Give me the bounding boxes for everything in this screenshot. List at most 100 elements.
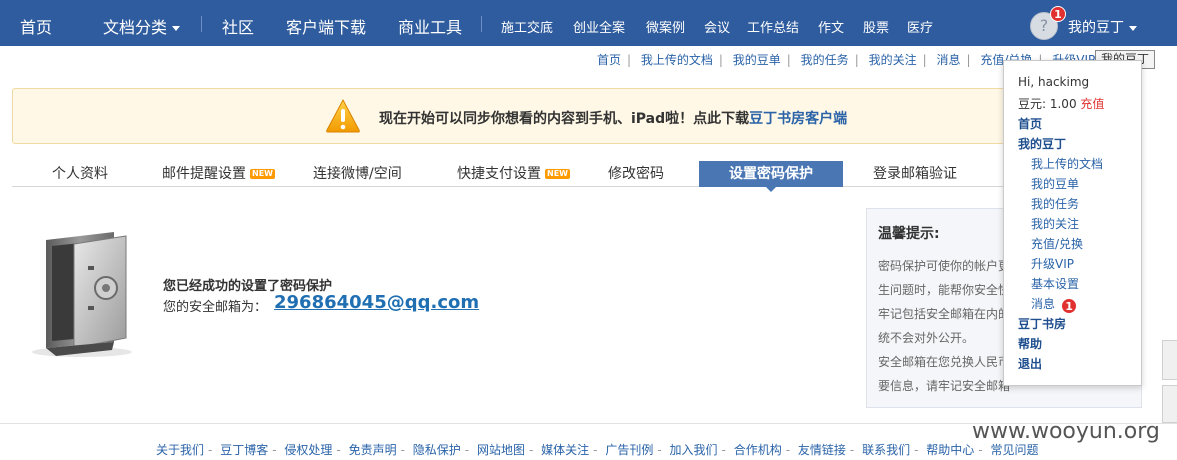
footer-link[interactable]: 加入我们 xyxy=(670,443,718,457)
nav-client-download[interactable]: 客户端下载 xyxy=(286,14,366,38)
menu-item-help[interactable]: 帮助 xyxy=(1018,335,1042,352)
footer-link[interactable]: 网站地图 xyxy=(477,443,525,457)
sublink-my-follows[interactable]: 我的关注 xyxy=(869,53,917,67)
footer-link[interactable]: 隐私保护 xyxy=(413,443,461,457)
footer-link[interactable]: 友情链接 xyxy=(798,443,846,457)
tab-email-verify[interactable]: 登录邮箱验证 xyxy=(873,161,957,187)
tab-profile[interactable]: 个人资料 xyxy=(52,161,108,187)
nav-medical[interactable]: 医疗 xyxy=(907,17,933,36)
notice-text: 现在开始可以同步你想看的内容到手机、iPad啦！点此下载豆丁书房客户端 xyxy=(379,108,847,128)
nav-startup[interactable]: 创业全案 xyxy=(573,17,625,36)
footer-divider-dash: - xyxy=(849,443,855,457)
menu-item-my-follows[interactable]: 我的关注 xyxy=(1031,215,1079,232)
tab-quick-pay[interactable]: 快捷支付设置 NEW xyxy=(457,161,570,187)
menu-item-home[interactable]: 首页 xyxy=(1018,115,1042,132)
tab-label: 邮件提醒设置 xyxy=(162,166,246,182)
sublink-my-uploads[interactable]: 我上传的文档 xyxy=(641,53,713,67)
nav-stock[interactable]: 股票 xyxy=(863,17,889,36)
menu-item-my-douding[interactable]: 我的豆丁 xyxy=(1018,135,1066,152)
sublink-divider: | xyxy=(627,53,632,67)
footer-divider-dash: - xyxy=(657,443,662,457)
tips-line: 牢记包括安全邮箱在内的 xyxy=(878,307,1010,321)
page: 首页 文档分类 社区 客户端下载 商业工具 施工交底 创业全案 微案例 会议 工… xyxy=(0,0,1177,460)
side-float-widget[interactable] xyxy=(1162,340,1177,380)
sublink-home[interactable]: 首页 xyxy=(597,53,621,67)
menu-item-messages[interactable]: 消息 1 xyxy=(1031,295,1078,314)
tips-title: 温馨提示: xyxy=(878,226,940,242)
footer-divider-dash: - xyxy=(914,443,919,457)
tips-line: 安全邮箱在您兑换人民币 xyxy=(878,355,1010,369)
menu-item-my-uploads[interactable]: 我上传的文档 xyxy=(1031,155,1103,172)
top-nav: 首页 文档分类 社区 客户端下载 商业工具 施工交底 创业全案 微案例 会议 工… xyxy=(0,0,1177,46)
footer-divider-dash: - xyxy=(208,443,213,457)
user-dropdown-menu: Hi, hackimg 豆元: 1.00 充值 首页 我的豆丁 我上传的文档 我… xyxy=(1003,60,1142,386)
new-badge: NEW xyxy=(250,169,275,179)
nav-construction[interactable]: 施工交底 xyxy=(501,17,553,36)
nav-meeting[interactable]: 会议 xyxy=(704,17,730,36)
footer-links: 关于我们 - 豆丁博客 - 侵权处理 - 免责声明 - 隐私保护 - 网站地图 - 媒体关注… xyxy=(156,441,1038,458)
nav-divider xyxy=(201,16,202,32)
menu-item-basic-settings[interactable]: 基本设置 xyxy=(1031,275,1079,292)
footer-link[interactable]: 豆丁博客 xyxy=(220,443,268,457)
footer-link[interactable]: 免责声明 xyxy=(349,443,397,457)
footer-link[interactable]: 常见问题 xyxy=(990,443,1038,457)
sublink-divider: | xyxy=(966,53,971,67)
tab-label: 修改密码 xyxy=(608,166,664,182)
footer-link[interactable]: 联系我们 xyxy=(862,443,910,457)
nav-doc-category[interactable]: 文档分类 xyxy=(103,14,181,38)
footer-link[interactable]: 帮助中心 xyxy=(926,443,974,457)
side-float-widget[interactable] xyxy=(1162,385,1177,423)
recharge-link[interactable]: 充值 xyxy=(1080,97,1104,111)
footer-divider-dash: - xyxy=(464,443,470,457)
footer-divider-dash: - xyxy=(336,443,341,457)
user-name-label: 我的豆丁 xyxy=(1068,20,1124,36)
menu-item-my-doc-lists[interactable]: 我的豆单 xyxy=(1031,175,1079,192)
tab-password-protection[interactable]: 设置密码保护 xyxy=(699,161,843,192)
tab-label: 个人资料 xyxy=(52,166,108,182)
footer-divider-dash: - xyxy=(528,443,534,457)
notification-badge: 1 xyxy=(1050,6,1066,22)
sublink-divider: | xyxy=(922,53,927,67)
nav-essay[interactable]: 作文 xyxy=(818,17,844,36)
footer-link[interactable]: 媒体关注 xyxy=(541,443,589,457)
footer-link[interactable]: 关于我们 xyxy=(156,443,204,457)
tips-line: 统不会对外公开。 xyxy=(878,331,975,345)
tab-label: 设置密码保护 xyxy=(729,166,813,182)
nav-community[interactable]: 社区 xyxy=(222,14,254,38)
sublink-divider: | xyxy=(786,53,791,67)
sublink-my-doc-lists[interactable]: 我的豆单 xyxy=(733,53,781,67)
nav-home[interactable]: 首页 xyxy=(20,14,52,38)
tab-change-password[interactable]: 修改密码 xyxy=(608,161,664,187)
client-download-link[interactable]: 豆丁书房客户端 xyxy=(749,111,847,127)
menu-item-recharge[interactable]: 充值/兑换 xyxy=(1031,235,1083,252)
nav-work-summary[interactable]: 工作总结 xyxy=(747,17,799,36)
tab-email-reminder[interactable]: 邮件提醒设置 NEW xyxy=(162,161,275,187)
footer-link[interactable]: 侵权处理 xyxy=(284,443,332,457)
new-badge: NEW xyxy=(545,169,570,179)
nav-micro-case[interactable]: 微案例 xyxy=(646,17,685,36)
menu-item-logout[interactable]: 退出 xyxy=(1018,355,1042,372)
message-count-badge: 1 xyxy=(1061,298,1078,314)
menu-balance: 豆元: 1.00 充值 xyxy=(1018,95,1104,112)
footer-divider-dash: - xyxy=(400,443,405,457)
security-email-link[interactable]: 296864045@qq.com xyxy=(274,292,479,313)
user-menu-trigger[interactable]: ? 1 我的豆丁 xyxy=(1030,6,1150,40)
user-name[interactable]: 我的豆丁 xyxy=(1068,17,1137,37)
tab-label: 快捷支付设置 xyxy=(457,166,541,182)
sublink-my-tasks[interactable]: 我的任务 xyxy=(801,53,849,67)
nav-business-tools[interactable]: 商业工具 xyxy=(398,14,462,38)
tab-connect-weibo[interactable]: 连接微博/空间 xyxy=(313,161,402,187)
chevron-down-icon xyxy=(1129,25,1137,31)
menu-item-douding-bookstore[interactable]: 豆丁书房 xyxy=(1018,315,1066,332)
warning-icon xyxy=(326,98,360,133)
nav-divider xyxy=(481,16,482,32)
sublink-messages[interactable]: 消息 xyxy=(936,53,960,67)
notice-message: 现在开始可以同步你想看的内容到手机、iPad啦！点此下载 xyxy=(379,111,750,127)
menu-item-upgrade-vip[interactable]: 升级VIP xyxy=(1031,255,1074,272)
footer-link[interactable]: 合作机构 xyxy=(734,443,782,457)
footer-divider-dash: - xyxy=(978,443,983,457)
menu-item-my-tasks[interactable]: 我的任务 xyxy=(1031,195,1079,212)
tab-label: 连接微博/空间 xyxy=(313,166,402,182)
chevron-down-icon xyxy=(172,26,181,31)
footer-link[interactable]: 广告刊例 xyxy=(605,443,653,457)
